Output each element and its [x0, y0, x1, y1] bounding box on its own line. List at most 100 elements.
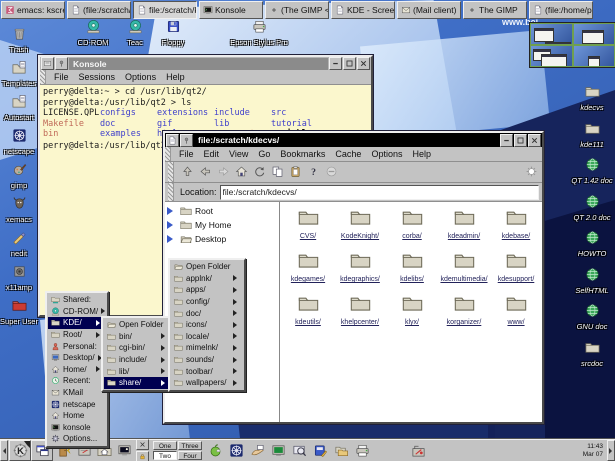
- panel-button-netscape[interactable]: [226, 441, 246, 460]
- menu-item-wallpapers[interactable]: wallpapers/: [171, 377, 243, 389]
- desktop-icon-srcdoc[interactable]: srcdoc: [569, 340, 615, 368]
- pager-desktop-1[interactable]: [530, 23, 573, 45]
- menu-item-cgi-bin[interactable]: cgi-bin/: [104, 342, 171, 354]
- task-button-file-scratch-k[interactable]: file:/scratch/k...: [133, 1, 197, 19]
- pager-button-three[interactable]: Three: [178, 441, 202, 450]
- task-button-mail-client[interactable]: (Mail client): [397, 1, 461, 19]
- tree-item-my-home[interactable]: My Home: [167, 218, 279, 232]
- menu-item-kde[interactable]: KDE/: [48, 317, 106, 329]
- panel-button-apple[interactable]: [205, 441, 225, 460]
- copy-button[interactable]: [271, 165, 285, 179]
- forward-button[interactable]: [217, 165, 231, 179]
- menu-item-open-folder[interactable]: Open Folder: [171, 261, 243, 273]
- stop-button[interactable]: [325, 165, 339, 179]
- kfm-titlebar[interactable]: file:/scratch/kdecvs/: [165, 133, 542, 147]
- menu-item-options[interactable]: Options...: [48, 433, 106, 445]
- close-button[interactable]: [528, 134, 541, 147]
- minimize-button[interactable]: [329, 57, 342, 70]
- panel-button-hand-note[interactable]: [247, 441, 267, 460]
- folder-item-kdelibs[interactable]: kdelibs/: [387, 250, 437, 284]
- desktop-icon-nedit[interactable]: nedit: [0, 230, 38, 258]
- panel-button-find-screen[interactable]: [289, 441, 309, 460]
- menu-cache[interactable]: Cache: [330, 149, 366, 159]
- menu-item-toolbar[interactable]: toolbar/: [171, 365, 243, 377]
- menu-edit[interactable]: Edit: [199, 149, 225, 159]
- menu-item-config[interactable]: config/: [171, 296, 243, 308]
- desktop-icon-cd-rom[interactable]: CD-ROM: [70, 19, 116, 47]
- toolbar-handle[interactable]: [40, 70, 46, 84]
- folder-item-kodeknight[interactable]: KodeKnight/: [335, 207, 385, 241]
- maximize-button[interactable]: [343, 57, 356, 70]
- menu-item-locale[interactable]: locale/: [171, 331, 243, 343]
- desktop-icon-templates[interactable]: Templates: [0, 60, 38, 88]
- location-input[interactable]: [220, 185, 539, 200]
- menu-item-apps[interactable]: apps/: [171, 284, 243, 296]
- minimize-button[interactable]: [500, 134, 513, 147]
- menu-item-icons[interactable]: icons/: [171, 319, 243, 331]
- menu-item-lib[interactable]: lib/: [104, 365, 171, 377]
- menu-item-netscape[interactable]: netscape: [48, 398, 106, 410]
- menu-item-bin[interactable]: bin/: [104, 331, 171, 343]
- menu-file[interactable]: File: [49, 72, 74, 82]
- desktop-icon-super-user[interactable]: Super User: [0, 298, 38, 326]
- desktop-icon-qt-2-0-doc[interactable]: QT 2.0 doc: [569, 194, 615, 222]
- desktop-icon-kdecvs[interactable]: kdecvs: [569, 84, 615, 112]
- panel-hide-right-button[interactable]: [607, 440, 615, 461]
- folder-item-cvs[interactable]: CVS/: [283, 207, 333, 241]
- panel-button-book-pen[interactable]: [310, 441, 330, 460]
- desktop-icon-x11amp[interactable]: x11amp: [0, 264, 38, 292]
- panel-button-k-logo[interactable]: K: [9, 440, 31, 461]
- desktop-icon-kde111[interactable]: kde111: [569, 121, 615, 149]
- task-button-the-gimp[interactable]: The GIMP: [463, 1, 527, 19]
- toolbar-handle[interactable]: [168, 183, 174, 201]
- panel-button-printer[interactable]: [352, 441, 372, 460]
- menu-item-mimelnk[interactable]: mimelnk/: [171, 342, 243, 354]
- tree-item-root[interactable]: Root: [167, 204, 279, 218]
- menu-help[interactable]: Help: [161, 72, 190, 82]
- menu-item-shared[interactable]: Shared:: [48, 294, 106, 306]
- menu-view[interactable]: View: [224, 149, 253, 159]
- menu-item-include[interactable]: include/: [104, 354, 171, 366]
- menu-item-sounds[interactable]: sounds/: [171, 354, 243, 366]
- konsole-titlebar[interactable]: Konsole: [40, 57, 371, 70]
- task-button-emacs-kscre[interactable]: emacs: kscre...: [1, 1, 65, 19]
- folder-item-kdeadmin[interactable]: kdeadmin/: [439, 207, 489, 241]
- desktop-icon-autostart[interactable]: Autostart: [0, 94, 38, 122]
- menu-go[interactable]: Go: [253, 149, 275, 159]
- menu-item-kmail[interactable]: KMail: [48, 387, 106, 399]
- menu-item-applnk[interactable]: applnk/: [171, 273, 243, 285]
- menu-bookmarks[interactable]: Bookmarks: [275, 149, 330, 159]
- sticky-pin-button[interactable]: [55, 57, 68, 70]
- toolbar-handle[interactable]: [168, 162, 174, 182]
- panel-clock[interactable]: 11:43 Mar 07: [583, 443, 606, 458]
- menu-item-share[interactable]: share/: [104, 377, 171, 389]
- pager-button-two[interactable]: Two: [153, 451, 177, 460]
- desktop-icon-gimp[interactable]: gimp: [0, 162, 38, 190]
- panel-button-folders[interactable]: [331, 441, 351, 460]
- folder-item-kdesupport[interactable]: kdesupport/: [491, 250, 541, 284]
- paste-button[interactable]: [289, 165, 303, 179]
- panel-button-x-mark[interactable]: [136, 439, 149, 450]
- menu-item-desktop[interactable]: Desktop/: [48, 352, 106, 364]
- desktop-icon-gnu-doc[interactable]: GNU doc: [569, 303, 615, 331]
- expander-icon[interactable]: [167, 207, 177, 215]
- folder-item-kdemultimedia[interactable]: kdemultimedia/: [439, 250, 489, 284]
- task-button-file-scratch-v[interactable]: (file:/scratch/v...: [67, 1, 131, 19]
- menu-item-personal[interactable]: Personal:: [48, 340, 106, 352]
- desktop-icon-epson-stylus-pro[interactable]: Epson Stylus Pro: [228, 19, 290, 47]
- folder-item-khelpcenter[interactable]: khelpcenter/: [335, 293, 385, 327]
- back-button[interactable]: [199, 165, 213, 179]
- task-button-the-gimp-2[interactable]: (The GIMP <2>): [265, 1, 329, 19]
- desktop-icon-howto[interactable]: HOWTO: [569, 230, 615, 258]
- menu-item-cd-rom[interactable]: CD-ROM/: [48, 306, 106, 318]
- folder-item-korganizer[interactable]: korganizer/: [439, 293, 489, 327]
- pager-button-four[interactable]: Four: [178, 451, 202, 460]
- menu-item-home[interactable]: Home: [48, 410, 106, 422]
- panel-button-screen-dark[interactable]: [114, 441, 134, 460]
- menu-item-root[interactable]: Root/: [48, 329, 106, 341]
- panel-button-screen-green[interactable]: [268, 441, 288, 460]
- up-button[interactable]: [181, 165, 195, 179]
- desktop-icon-xemacs[interactable]: xemacs: [0, 196, 38, 224]
- pager-button-one[interactable]: One: [153, 441, 177, 450]
- help-button[interactable]: ?: [307, 165, 321, 179]
